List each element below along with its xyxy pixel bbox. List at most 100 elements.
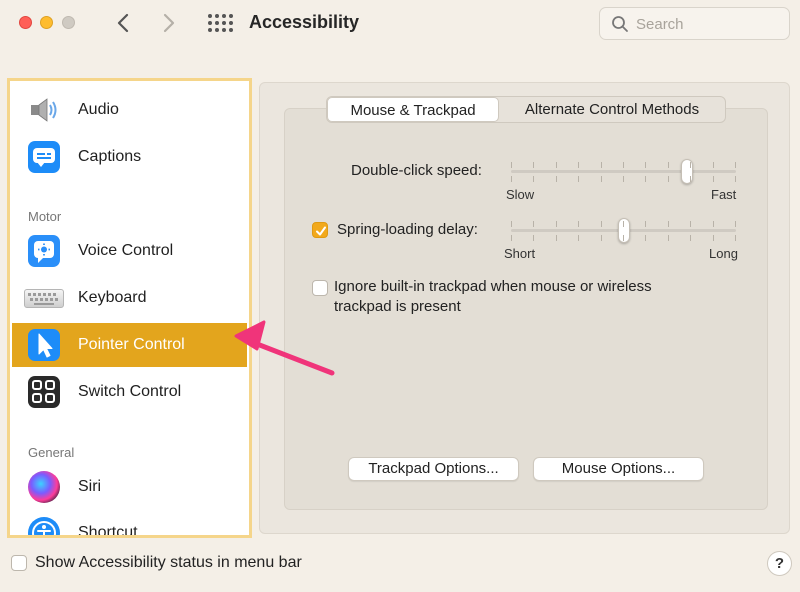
mouse-options-button[interactable]: Mouse Options... [533,457,704,481]
double-click-speed-slider[interactable] [511,159,736,184]
sidebar-item-label: Keyboard [78,289,147,306]
sidebar-item-pointer-control[interactable]: Pointer Control [12,323,247,367]
slider-tick [578,221,579,227]
slider-tick [668,221,669,227]
show-status-label: Show Accessibility status in menu bar [35,554,302,571]
sidebar-section-general: General [28,445,75,460]
slider-tick [511,162,512,168]
tab-alternate-control-methods[interactable]: Alternate Control Methods [499,97,725,122]
slider-tick [511,221,512,227]
slider-knob[interactable] [681,159,693,184]
slider-tick [690,235,691,241]
slider-tick [533,235,534,241]
close-window-button[interactable] [19,16,32,29]
slider-tick [713,235,714,241]
sidebar-section-motor: Motor [28,209,62,224]
slider-tick [533,162,534,168]
search-input[interactable] [636,14,781,34]
forward-button[interactable] [158,10,180,36]
slider-tick [511,176,512,182]
slider-tick [601,235,602,241]
help-button[interactable]: ? [767,551,792,576]
slider-tick [601,162,602,168]
slider-tick [623,176,624,182]
siri-icon [28,471,60,503]
chevron-left-icon [117,13,129,33]
slider-tick [668,176,669,182]
trackpad-options-button[interactable]: Trackpad Options... [348,457,519,481]
slider-tick [713,176,714,182]
slider-knob[interactable] [618,218,630,243]
search-field[interactable] [599,7,790,40]
slider-tick [645,176,646,182]
sidebar-item-label: Pointer Control [78,336,185,353]
keyboard-icon [24,289,64,308]
sidebar-item-label: Captions [78,148,142,165]
shortcut-icon [28,517,60,535]
sidebar-item-label: Switch Control [78,383,182,400]
slider-tick [578,235,579,241]
slider-tick [645,221,646,227]
pointer-icon [28,329,60,361]
slider-tick [713,162,714,168]
ignore-trackpad-label-line2: trackpad is present [334,298,461,315]
speaker-icon [28,94,60,126]
slider-tick [556,221,557,227]
zoom-window-button[interactable] [62,16,75,29]
sidebar-item-audio[interactable]: Audio [12,88,247,132]
slider-tick [735,176,736,182]
minimize-window-button[interactable] [40,16,53,29]
double-click-fast-label: Fast [711,187,737,202]
chevron-right-icon [163,13,175,33]
spring-loading-long-label: Long [709,246,738,261]
ignore-trackpad-checkbox[interactable] [312,280,328,296]
slider-tick [601,176,602,182]
slider-tick [645,162,646,168]
slider-tick [556,235,557,241]
tab-mouse-trackpad[interactable]: Mouse & Trackpad [327,97,499,122]
slider-tick [601,221,602,227]
sidebar-item-label: Voice Control [78,242,174,259]
sidebar-item-siri[interactable]: Siri [12,465,247,509]
spring-loading-slider[interactable] [511,218,736,243]
show-all-grid-button[interactable] [206,13,233,35]
sidebar-item-shortcut[interactable]: Shortcut [12,511,247,535]
slider-tick [623,235,624,241]
switch-control-icon [28,376,60,408]
title-bar: Accessibility [0,0,800,50]
slider-tick [556,176,557,182]
slider-tick [735,221,736,227]
slider-tick [735,235,736,241]
sidebar-item-label: Audio [78,101,119,118]
slider-tick [668,235,669,241]
sidebar: Audio Captions Motor Voice Control Keybo… [7,78,252,538]
tab-bar: Mouse & Trackpad Alternate Control Metho… [326,96,726,123]
back-button[interactable] [112,10,134,36]
sidebar-item-keyboard[interactable]: Keyboard [12,276,247,320]
sidebar-item-switch-control[interactable]: Switch Control [12,370,247,414]
window-title: Accessibility [249,12,360,32]
slider-tick [511,235,512,241]
checkmark-icon [316,226,326,236]
spring-loading-short-label: Short [504,246,536,261]
captions-icon [28,141,60,173]
slider-tick [735,162,736,168]
slider-tick [533,176,534,182]
slider-tick [645,235,646,241]
sidebar-item-captions[interactable]: Captions [12,135,247,179]
slider-tick [690,162,691,168]
slider-tick [533,221,534,227]
ignore-trackpad-label-line1: Ignore built-in trackpad when mouse or w… [334,278,652,295]
slider-tick [556,162,557,168]
search-icon [612,16,628,32]
spring-loading-checkbox[interactable] [312,222,328,238]
slider-tick [690,176,691,182]
slider-tick [623,221,624,227]
sidebar-item-voice-control[interactable]: Voice Control [12,229,247,273]
slider-tick [690,221,691,227]
slider-tick [623,162,624,168]
double-click-slow-label: Slow [506,187,535,202]
slider-tick [668,162,669,168]
sidebar-item-label: Siri [78,478,102,495]
show-status-checkbox[interactable] [11,555,27,571]
